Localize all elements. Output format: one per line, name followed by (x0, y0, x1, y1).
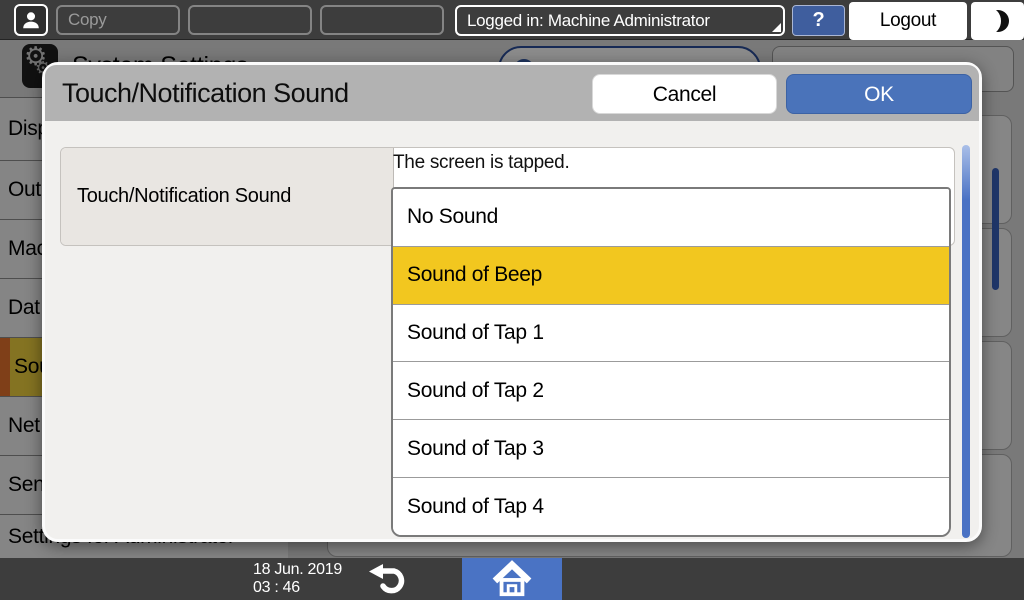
tab-slot-3[interactable] (320, 5, 444, 35)
option-sound-of-tap-3[interactable]: Sound of Tap 3 (393, 419, 949, 478)
sound-options-list: No Sound Sound of Beep Sound of Tap 1 So… (391, 187, 951, 537)
option-no-sound[interactable]: No Sound (393, 189, 949, 246)
back-button[interactable] (352, 562, 428, 596)
datetime-display: 18 Jun. 2019 03 : 46 (253, 561, 342, 597)
tab-copy-label: Copy (68, 10, 107, 29)
bottom-bar: 18 Jun. 2019 03 : 46 (0, 558, 1024, 600)
dropdown-corner-icon (772, 23, 781, 32)
logout-button[interactable]: Logout (849, 2, 967, 40)
option-sound-of-tap-2[interactable]: Sound of Tap 2 (393, 361, 949, 420)
setting-label: Touch/Notification Sound (61, 148, 394, 245)
dialog-header: Touch/Notification Sound Cancel OK (45, 65, 979, 121)
ok-button[interactable]: OK (786, 74, 972, 114)
home-icon (492, 560, 532, 597)
energy-saver-button[interactable] (971, 2, 1024, 40)
touch-notification-sound-dialog: Touch/Notification Sound Cancel OK Touch… (42, 62, 982, 542)
back-arrow-icon (369, 564, 405, 594)
tab-copy[interactable]: Copy (56, 5, 180, 35)
login-status-dropdown[interactable]: Logged in: Machine Administrator (455, 5, 785, 36)
help-button[interactable]: ? (792, 5, 845, 36)
user-icon (23, 12, 39, 29)
option-sound-of-beep[interactable]: Sound of Beep (393, 245, 949, 304)
tab-slot-2[interactable] (188, 5, 312, 35)
date-text: 18 Jun. 2019 (253, 561, 342, 578)
cancel-button[interactable]: Cancel (592, 74, 777, 114)
option-sound-of-tap-4[interactable]: Sound of Tap 4 (393, 477, 949, 535)
dialog-title: Touch/Notification Sound (62, 78, 349, 108)
time-text: 03 : 46 (253, 579, 300, 596)
setting-description: The screen is tapped. (393, 152, 570, 173)
home-button[interactable] (462, 558, 562, 600)
moon-icon (979, 8, 1009, 34)
option-sound-of-tap-1[interactable]: Sound of Tap 1 (393, 303, 949, 362)
top-bar: Copy Logged in: Machine Administrator ? … (0, 0, 1024, 40)
device-screen: Copy Logged in: Machine Administrator ? … (0, 0, 1024, 600)
login-status-label: Logged in: Machine Administrator (467, 11, 710, 30)
user-button[interactable] (14, 4, 48, 36)
dialog-scrollbar[interactable] (962, 145, 970, 538)
